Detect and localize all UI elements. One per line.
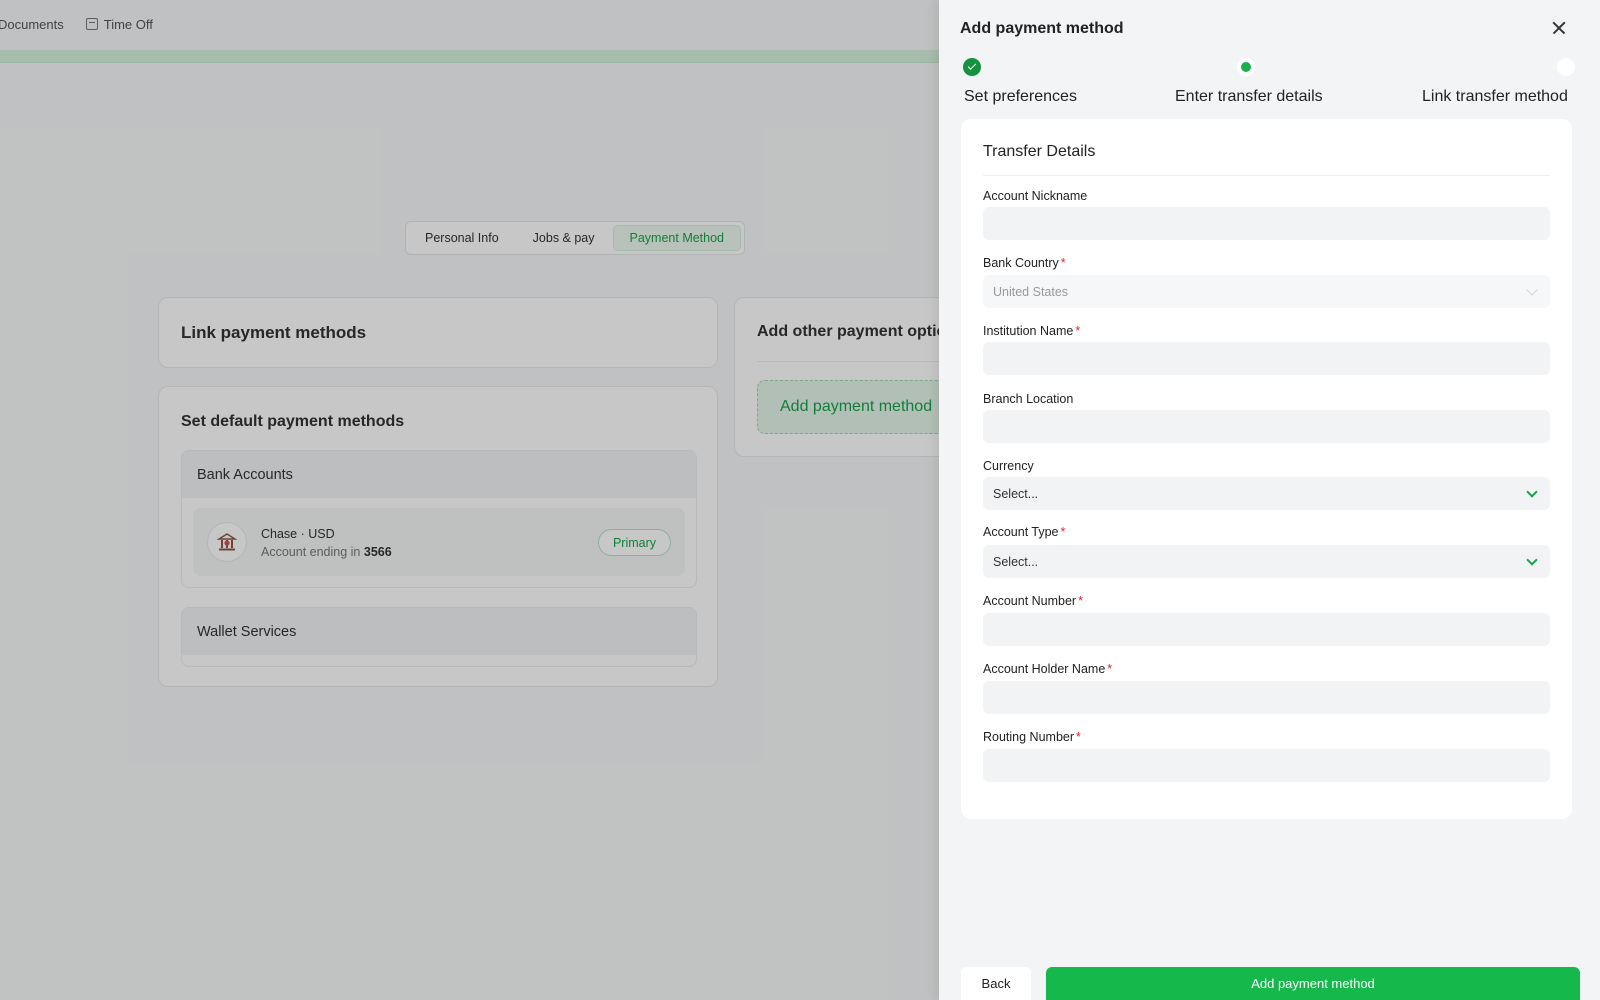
transfer-details-form: Transfer Details Account Nickname Bank C… <box>961 119 1572 819</box>
back-button[interactable]: Back <box>961 967 1031 1000</box>
bank-country-label: Bank Country * <box>983 256 1066 270</box>
required-marker: * <box>1076 730 1081 744</box>
step-label-enter-transfer-details: Enter transfer details <box>1175 88 1323 105</box>
form-title: Transfer Details <box>983 143 1096 160</box>
account-type-label: Account Type * <box>983 525 1065 539</box>
account-holder-name-input[interactable] <box>983 681 1550 714</box>
modal-backdrop[interactable] <box>0 0 939 1000</box>
label-text: Routing Number <box>983 730 1075 744</box>
required-marker: * <box>1060 525 1066 539</box>
label-text: Branch Location <box>983 392 1074 406</box>
chevron-down-icon <box>1526 284 1538 296</box>
required-marker: * <box>1107 662 1113 676</box>
step-upcoming-icon <box>1557 58 1575 76</box>
step-current-icon <box>1237 58 1255 76</box>
divider <box>983 175 1550 176</box>
account-nickname-label: Account Nickname <box>983 189 1087 203</box>
bank-country-select: United States <box>983 275 1550 308</box>
routing-number-input[interactable] <box>983 749 1550 782</box>
step-label-link-transfer-method: Link transfer method <box>1422 88 1568 105</box>
required-marker: * <box>1060 256 1066 270</box>
required-marker: * <box>1075 324 1081 338</box>
select-value: Select... <box>993 486 1039 501</box>
account-nickname-input[interactable] <box>983 207 1550 240</box>
routing-number-label: Routing Number * <box>983 730 1081 744</box>
institution-name-label: Institution Name * <box>983 324 1080 338</box>
step-label-set-preferences: Set preferences <box>964 88 1077 105</box>
required-marker: * <box>1078 594 1083 608</box>
label-text: Account Type <box>983 525 1059 539</box>
chevron-down-icon <box>1526 486 1538 498</box>
label-text: Institution Name <box>983 324 1074 338</box>
branch-location-input[interactable] <box>983 410 1550 443</box>
institution-name-input[interactable] <box>983 342 1550 375</box>
add-payment-method-drawer: Add payment method Set preferences Enter… <box>939 0 1600 1000</box>
label-text: Account Nickname <box>983 189 1088 203</box>
label-text: Account Holder Name <box>983 662 1106 676</box>
step-complete-icon <box>963 58 981 76</box>
select-value: United States <box>993 284 1069 299</box>
currency-select[interactable]: Select... <box>983 477 1550 510</box>
label-text: Account Number <box>983 594 1077 608</box>
chevron-down-icon <box>1526 554 1538 566</box>
currency-label: Currency <box>983 459 1034 473</box>
add-payment-method-button[interactable]: Add payment method <box>1046 967 1580 1000</box>
select-value: Select... <box>993 554 1039 569</box>
account-number-label: Account Number * <box>983 594 1083 608</box>
check-icon <box>967 61 977 70</box>
label-text: Bank Country <box>983 256 1059 270</box>
account-holder-name-label: Account Holder Name * <box>983 662 1112 676</box>
label-text: Currency <box>983 459 1034 473</box>
drawer-title: Add payment method <box>960 20 1124 37</box>
account-number-input[interactable] <box>983 613 1550 646</box>
account-type-select[interactable]: Select... <box>983 545 1550 578</box>
close-icon[interactable] <box>1547 16 1571 40</box>
branch-location-label: Branch Location <box>983 392 1073 406</box>
